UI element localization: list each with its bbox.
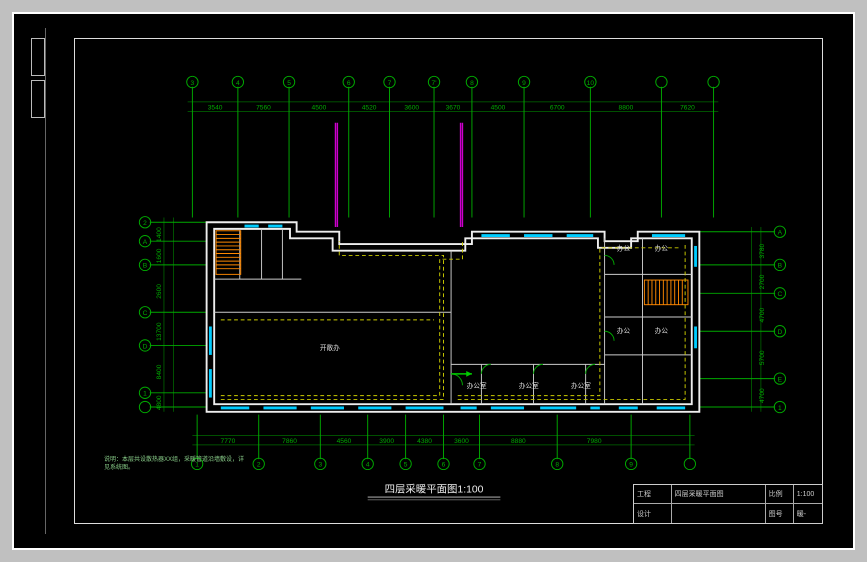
- svg-text:5: 5: [287, 80, 291, 87]
- svg-text:A: A: [143, 239, 148, 246]
- svg-text:4: 4: [236, 80, 240, 87]
- svg-text:4380: 4380: [417, 438, 432, 445]
- tb-blank: [672, 504, 766, 523]
- svg-text:8400: 8400: [156, 364, 163, 379]
- svg-text:6: 6: [347, 80, 351, 87]
- svg-text:7860: 7860: [282, 438, 297, 445]
- svg-text:7': 7': [432, 80, 437, 87]
- svg-text:办公: 办公: [655, 244, 669, 253]
- svg-text:办公: 办公: [655, 326, 669, 335]
- svg-text:6: 6: [442, 462, 446, 469]
- svg-text:B: B: [778, 263, 783, 270]
- svg-text:8880: 8880: [511, 438, 526, 445]
- svg-text:3: 3: [318, 462, 322, 469]
- svg-text:4700: 4700: [759, 388, 766, 403]
- svg-text:办公室: 办公室: [571, 381, 591, 390]
- doors: [451, 255, 614, 385]
- svg-text:3780: 3780: [759, 243, 766, 258]
- svg-text:办公: 办公: [617, 244, 631, 253]
- svg-text:3540: 3540: [208, 104, 223, 111]
- tb-sheet: 暖-: [794, 504, 822, 523]
- svg-text:办公室: 办公室: [519, 381, 539, 390]
- svg-text:1: 1: [143, 391, 147, 398]
- titleblock: 工程 四层采暖平面图 比例 1:100 设计 图号 暖-: [633, 484, 823, 524]
- svg-text:1400: 1400: [156, 227, 163, 242]
- svg-text:9: 9: [522, 80, 526, 87]
- svg-text:A: A: [778, 230, 783, 237]
- drawing-title: 四层采暖平面图1:100: [385, 482, 484, 495]
- tb-scale: 1:100: [794, 485, 822, 503]
- svg-text:3600: 3600: [454, 438, 469, 445]
- tb-scale-label: 比例: [766, 485, 794, 503]
- svg-text:E: E: [778, 376, 783, 383]
- tb-design-label: 设计: [634, 504, 672, 523]
- svg-text:5700: 5700: [759, 350, 766, 365]
- svg-text:3900: 3900: [379, 438, 394, 445]
- svg-text:办公: 办公: [617, 326, 631, 335]
- svg-text:8800: 8800: [619, 104, 634, 111]
- svg-text:1600: 1600: [156, 248, 163, 263]
- cad-viewport: 3 4 3540 5 7560 6 4500 7 4520 7' 3600 8 3670 9 4500 10 6…: [0, 0, 867, 562]
- svg-text:4800: 4800: [156, 395, 163, 410]
- stair-left: [216, 231, 241, 275]
- drawing-note: 说明：本层共设散热器XX组，采暖管道沿墙敷设，详见系统图。: [104, 457, 244, 473]
- svg-text:7620: 7620: [680, 104, 695, 111]
- svg-text:D: D: [777, 329, 782, 336]
- svg-text:13700: 13700: [156, 322, 163, 341]
- heating-pipes: [221, 241, 685, 399]
- svg-text:4: 4: [366, 462, 370, 469]
- svg-text:3600: 3600: [404, 104, 419, 111]
- svg-text:2600: 2600: [156, 284, 163, 299]
- svg-text:C: C: [143, 310, 148, 317]
- svg-text:7: 7: [478, 462, 482, 469]
- ruler-left: [28, 28, 46, 534]
- svg-text:5: 5: [404, 462, 408, 469]
- svg-text:8: 8: [470, 80, 474, 87]
- svg-text:7560: 7560: [256, 104, 271, 111]
- svg-text:B: B: [143, 263, 148, 270]
- svg-text:7: 7: [388, 80, 392, 87]
- left-grid: [164, 218, 173, 412]
- stair-right: [644, 280, 688, 305]
- svg-text:10: 10: [587, 80, 595, 87]
- flow-arrow: [451, 371, 472, 377]
- svg-text:7770: 7770: [221, 438, 236, 445]
- tb-title: 四层采暖平面图: [672, 485, 766, 503]
- tb-proj-label: 工程: [634, 485, 672, 503]
- svg-text:4520: 4520: [362, 104, 377, 111]
- svg-text:办公室: 办公室: [467, 381, 487, 390]
- svg-text:3: 3: [191, 80, 195, 87]
- svg-text:6700: 6700: [550, 104, 565, 111]
- canvas-frame[interactable]: 3 4 3540 5 7560 6 4500 7 4520 7' 3600 8 3670 9 4500 10 6…: [12, 12, 855, 550]
- svg-text:开敞办: 开敞办: [320, 343, 340, 352]
- svg-text:8: 8: [555, 462, 559, 469]
- svg-text:1: 1: [778, 405, 782, 412]
- svg-text:2700: 2700: [759, 274, 766, 289]
- svg-text:9: 9: [629, 462, 633, 469]
- svg-text:7980: 7980: [587, 438, 602, 445]
- svg-text:2: 2: [257, 462, 261, 469]
- svg-text:D: D: [143, 343, 148, 350]
- svg-text:4500: 4500: [312, 104, 327, 111]
- svg-text:C: C: [777, 291, 782, 298]
- svg-text:4700: 4700: [759, 307, 766, 322]
- svg-text:4560: 4560: [337, 438, 352, 445]
- svg-text:2: 2: [143, 220, 147, 227]
- svg-text:3670: 3670: [446, 104, 461, 111]
- svg-text:4500: 4500: [491, 104, 506, 111]
- tb-sheet-label: 图号: [766, 504, 794, 523]
